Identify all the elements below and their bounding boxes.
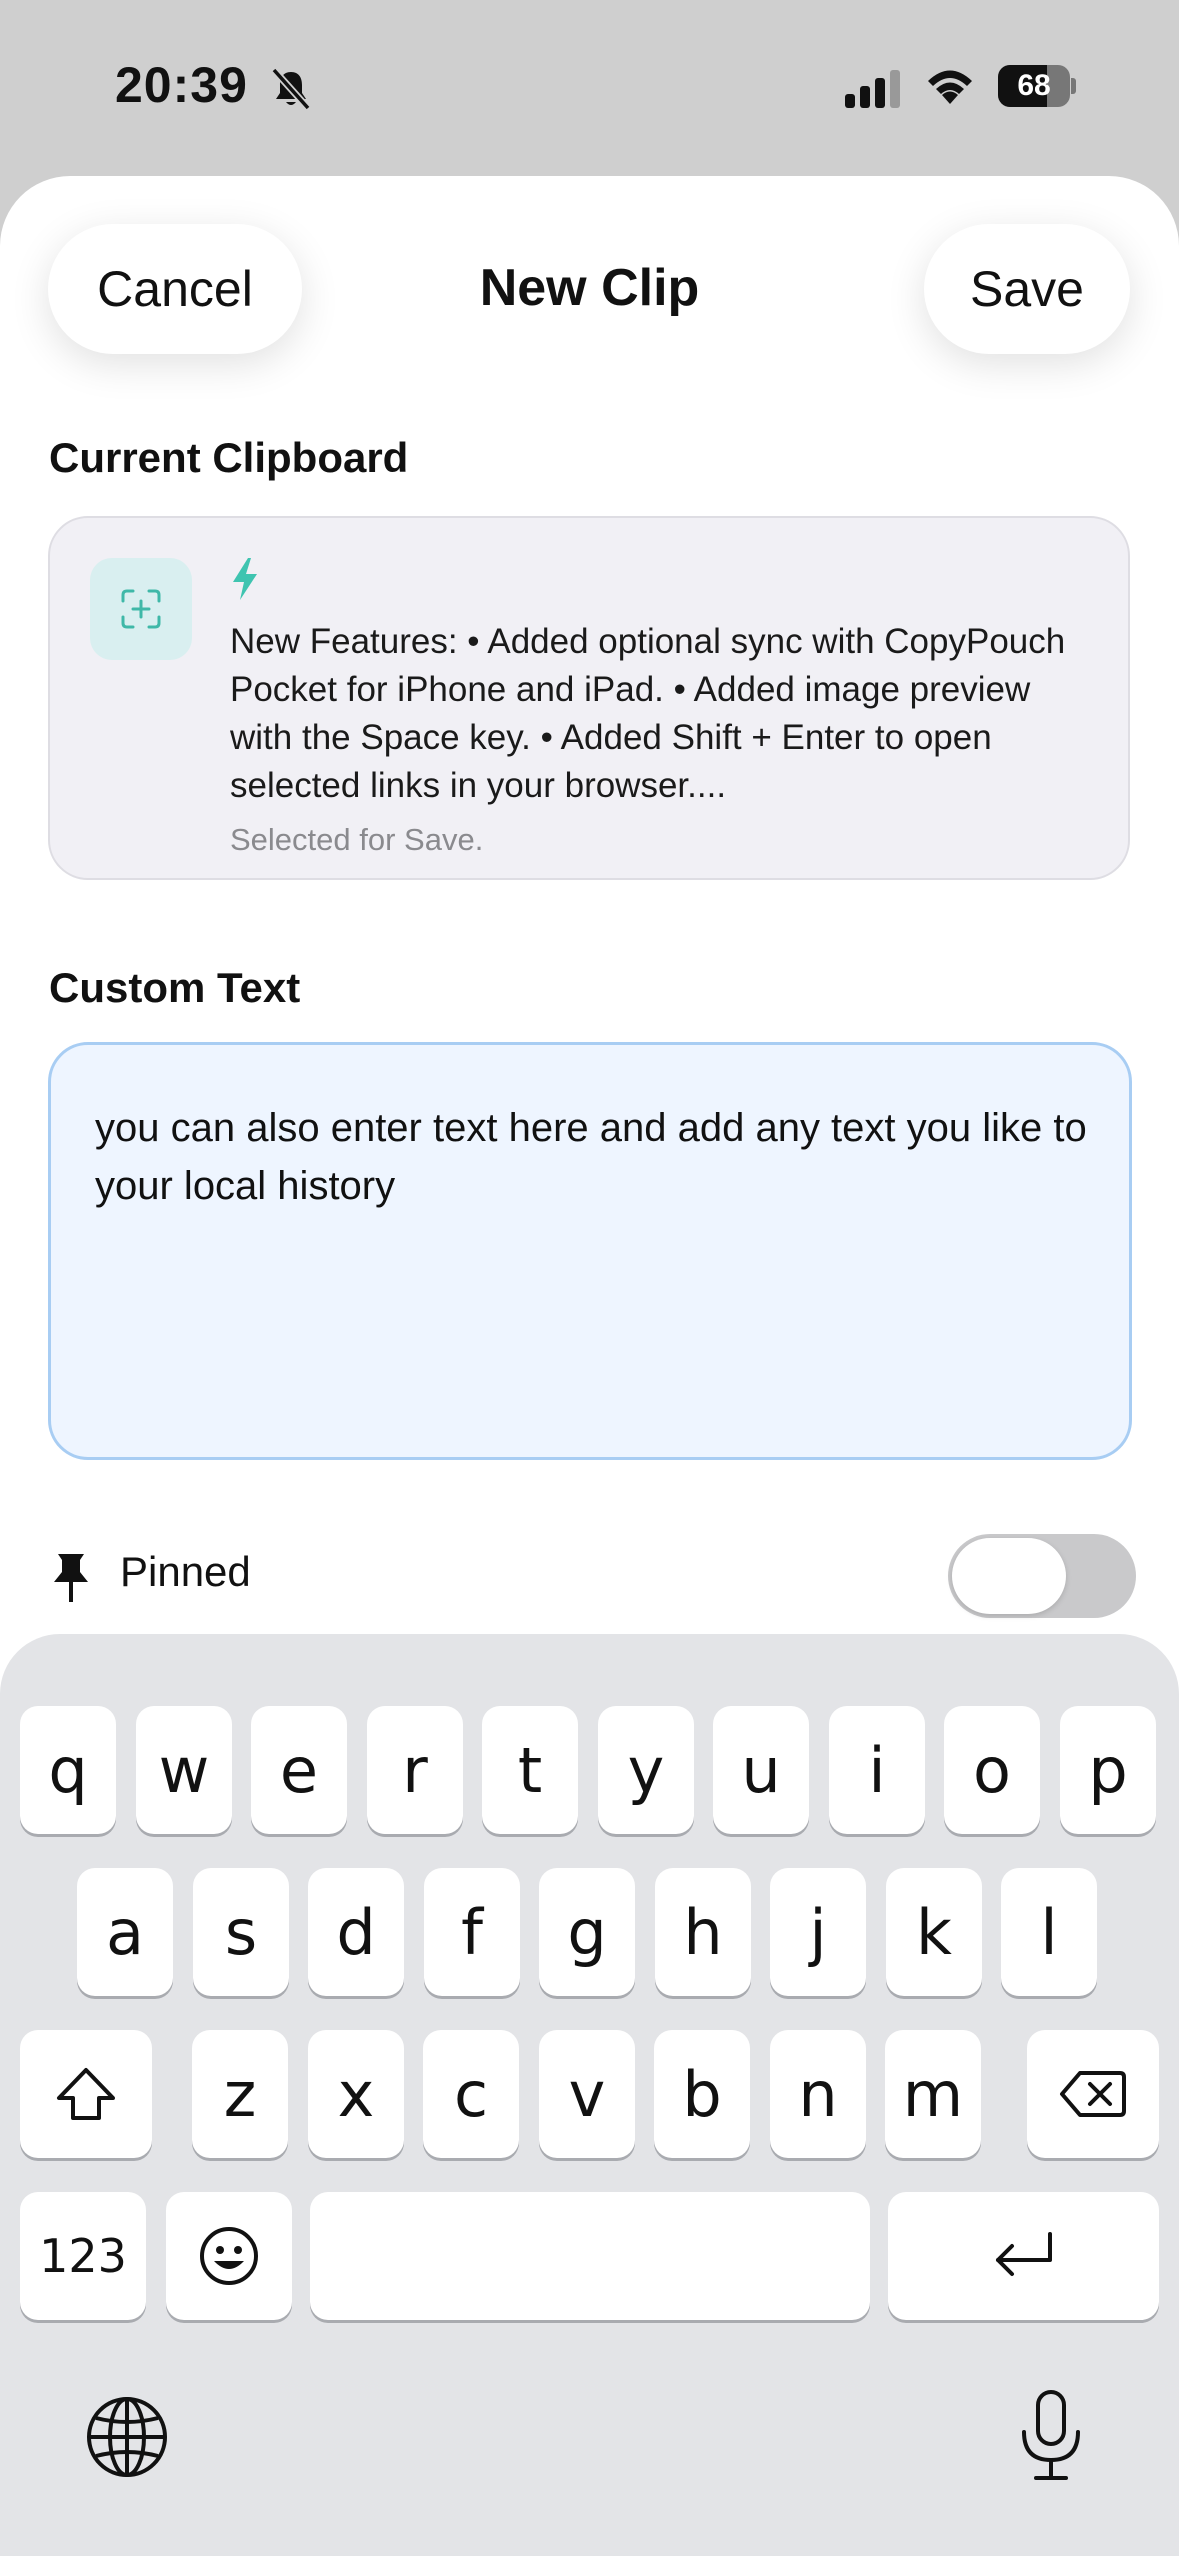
key-x[interactable]: x [308,2030,404,2158]
globe-icon[interactable] [84,2394,170,2480]
status-bar: 20:39 68 [0,0,1179,175]
return-key[interactable] [888,2192,1159,2320]
delete-icon [1060,2071,1126,2117]
key-q[interactable]: q [20,1706,116,1834]
key-h[interactable]: h [655,1868,751,1996]
key-p[interactable]: p [1060,1706,1156,1834]
wifi-icon [928,70,972,104]
pinned-toggle[interactable] [948,1534,1136,1618]
toggle-knob [952,1538,1066,1614]
shift-icon [57,2068,115,2120]
cellular-signal-icon [845,70,900,108]
microphone-icon[interactable] [1018,2388,1084,2484]
clipboard-card[interactable]: New Features: • Added optional sync with… [48,516,1130,880]
key-z[interactable]: z [192,2030,288,2158]
key-r[interactable]: r [367,1706,463,1834]
status-time: 20:39 [115,57,248,113]
key-v[interactable]: v [539,2030,635,2158]
key-g[interactable]: g [539,1868,635,1996]
key-i[interactable]: i [829,1706,925,1834]
key-a[interactable]: a [77,1868,173,1996]
key-e[interactable]: e [251,1706,347,1834]
pinned-label: Pinned [120,1548,251,1595]
key-c[interactable]: c [423,2030,519,2158]
delete-key[interactable] [1027,2030,1159,2158]
pinned-row: Pinned [0,1518,1179,1628]
key-w[interactable]: w [136,1706,232,1834]
clipboard-text: New Features: • Added optional sync with… [230,622,1066,805]
bolt-icon [233,558,257,600]
keyboard: qwertyuiop asdfghjkl zxcvbnm 123 [0,1634,1179,2556]
numbers-key[interactable]: 123 [20,2192,146,2320]
key-d[interactable]: d [308,1868,404,1996]
space-key[interactable] [310,2192,870,2320]
key-u[interactable]: u [713,1706,809,1834]
custom-text-label: Custom Text [49,964,301,1011]
shift-key[interactable] [20,2030,152,2158]
key-l[interactable]: l [1001,1868,1097,1996]
clip-thumbnail [90,558,192,660]
key-m[interactable]: m [885,2030,981,2158]
key-t[interactable]: t [482,1706,578,1834]
key-j[interactable]: j [770,1868,866,1996]
return-icon [995,2232,1052,2276]
key-n[interactable]: n [770,2030,866,2158]
key-o[interactable]: o [944,1706,1040,1834]
battery-icon: 68 [998,65,1076,107]
key-s[interactable]: s [193,1868,289,1996]
key-y[interactable]: y [598,1706,694,1834]
emoji-icon [200,2227,258,2285]
custom-text-input[interactable]: you can also enter text here and add any… [48,1042,1132,1460]
emoji-key[interactable] [166,2192,292,2320]
save-button[interactable]: Save [924,224,1130,354]
key-b[interactable]: b [654,2030,750,2158]
current-clipboard-label: Current Clipboard [49,434,409,481]
key-k[interactable]: k [886,1868,982,1996]
key-f[interactable]: f [424,1868,520,1996]
battery-percent: 68 [1017,69,1051,102]
bell-slash-icon [271,67,311,111]
clipboard-status: Selected for Save. [230,822,484,857]
scan-add-icon [121,589,161,629]
pin-icon [54,1554,88,1602]
